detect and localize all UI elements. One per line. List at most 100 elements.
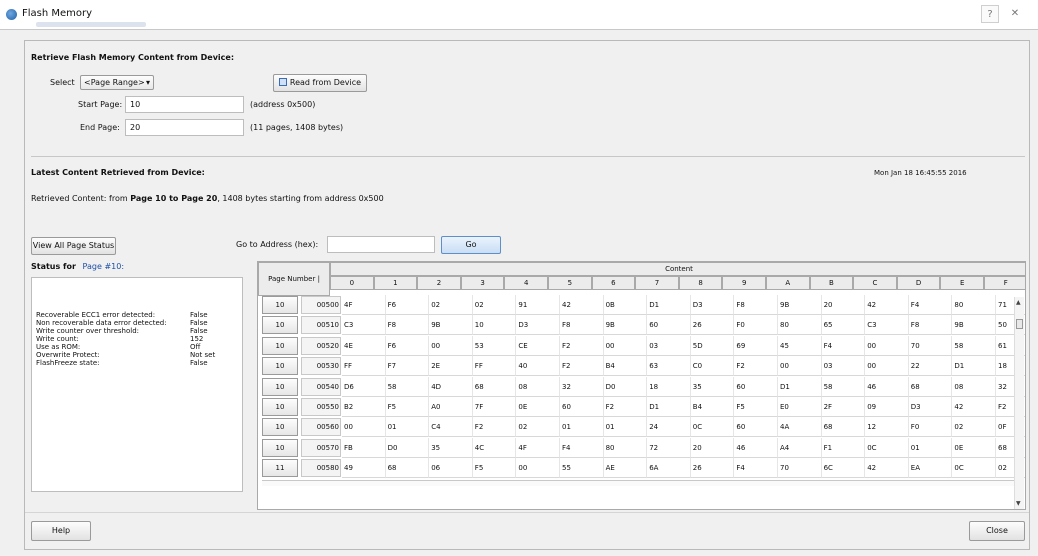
- retrieved-suffix: , 1408 bytes starting from address 0x500: [217, 194, 384, 203]
- byte-cell: B2: [342, 397, 386, 417]
- status-for-page-link[interactable]: Page #10:: [83, 262, 125, 271]
- byte-cell: 49: [342, 458, 386, 479]
- column-header: 3: [460, 276, 505, 290]
- read-from-device-button[interactable]: Read from Device: [273, 74, 367, 92]
- content-header: Content: [330, 262, 1025, 276]
- page-number-button[interactable]: 10: [262, 418, 298, 437]
- byte-cell: D3: [908, 397, 953, 417]
- byte-cell: 46: [865, 376, 909, 397]
- byte-cell: 26: [690, 315, 735, 336]
- byte-cell: D1: [952, 356, 996, 377]
- byte-cell: F6: [385, 295, 430, 315]
- byte-cell: C4: [429, 417, 473, 438]
- byte-cell: 40: [516, 356, 560, 377]
- byte-cell: D1: [647, 397, 691, 417]
- status-for-label: Status for: [31, 262, 76, 271]
- byte-cell: F0: [734, 315, 778, 336]
- close-icon[interactable]: ✕: [1006, 5, 1024, 23]
- scroll-down-icon[interactable]: ▼: [1016, 500, 1021, 507]
- byte-cell: C3: [342, 315, 386, 336]
- column-header: E: [940, 276, 984, 290]
- byte-cell: FF: [472, 356, 517, 377]
- byte-cell: 00: [778, 356, 822, 377]
- byte-cell: 02: [952, 417, 996, 438]
- scroll-up-icon[interactable]: ▲: [1016, 299, 1021, 306]
- title-bar: Flash Memory ? ✕: [0, 0, 1038, 30]
- device-read-icon: [278, 78, 287, 86]
- byte-cell: 35: [690, 376, 735, 397]
- page-status-panel: Recoverable ECC1 error detected: False N…: [31, 277, 243, 492]
- address-cell: 00550: [301, 398, 341, 416]
- start-page-input[interactable]: 10: [125, 96, 244, 113]
- byte-cell: 4E: [342, 335, 386, 356]
- byte-cell: 08: [952, 376, 996, 397]
- byte-cell: 68: [385, 458, 430, 479]
- byte-cell: F5: [734, 397, 778, 417]
- byte-cell: F6: [385, 335, 430, 356]
- column-header: 5: [548, 276, 592, 290]
- byte-cell: 9B: [603, 315, 648, 336]
- main-panel: Retrieve Flash Memory Content from Devic…: [24, 40, 1030, 550]
- status-label-non-recoverable: Non recoverable data error detected:: [36, 319, 167, 327]
- view-all-page-status-button[interactable]: View All Page Status: [31, 237, 116, 255]
- partial-row: [262, 479, 1022, 486]
- byte-cell: 06: [429, 458, 473, 479]
- byte-cell: 03: [821, 356, 866, 377]
- page-number-button[interactable]: 11: [262, 459, 298, 478]
- go-button[interactable]: Go: [441, 236, 501, 254]
- byte-cell: FF: [342, 356, 386, 377]
- byte-cell: F5: [472, 458, 517, 479]
- help-icon[interactable]: ?: [981, 5, 999, 23]
- start-page-label: Start Page:: [78, 100, 123, 109]
- byte-cell: 60: [734, 417, 778, 438]
- status-value-write-counter: False: [190, 327, 208, 335]
- byte-cell: FB: [342, 437, 386, 458]
- page-number-button[interactable]: 10: [262, 377, 298, 396]
- page-number-button[interactable]: 10: [262, 296, 298, 314]
- status-value-use-as-rom: Off: [190, 343, 201, 351]
- byte-cell: 00: [342, 417, 386, 438]
- byte-cell: D3: [516, 315, 560, 336]
- column-header: 8: [678, 276, 723, 290]
- close-button[interactable]: Close: [969, 521, 1025, 541]
- byte-cell: D3: [690, 295, 735, 315]
- select-label: Select: [50, 78, 75, 87]
- window-title: Flash Memory: [22, 8, 93, 19]
- page-number-button[interactable]: 10: [262, 357, 298, 376]
- page-number-button[interactable]: 10: [262, 316, 298, 335]
- app-icon: [6, 9, 17, 20]
- byte-cell: F4: [560, 437, 604, 458]
- byte-cell: 24: [647, 417, 691, 438]
- end-page-label: End Page:: [80, 123, 120, 132]
- byte-cell: B4: [603, 356, 648, 377]
- section-divider: [31, 156, 1025, 157]
- byte-cell: 02: [472, 295, 517, 315]
- byte-cell: 70: [908, 335, 953, 356]
- retrieved-timestamp: Mon Jan 18 16:45:55 2016: [874, 169, 967, 177]
- read-from-device-label: Read from Device: [289, 78, 362, 87]
- page-number-button[interactable]: 10: [262, 398, 298, 416]
- byte-cell: 00: [429, 335, 473, 356]
- end-page-note: (11 pages, 1408 bytes): [250, 123, 344, 132]
- byte-cell: 72: [647, 437, 691, 458]
- byte-cell: 00: [603, 335, 648, 356]
- goto-address-input[interactable]: [327, 236, 435, 253]
- latest-section-title: Latest Content Retrieved from Device:: [31, 168, 205, 177]
- help-button[interactable]: Help: [31, 521, 91, 541]
- column-header: D: [896, 276, 941, 290]
- retrieved-summary: Retrieved Content: from Page 10 to Page …: [31, 194, 384, 203]
- byte-cell: 68: [908, 376, 953, 397]
- scroll-thumb[interactable]: [1016, 319, 1023, 329]
- page-number-button[interactable]: 10: [262, 438, 298, 457]
- grid-scrollbar[interactable]: ▲ ▼: [1014, 297, 1024, 509]
- byte-cell: F2: [734, 356, 778, 377]
- page-range-select[interactable]: <Page Range> ▾: [80, 75, 154, 90]
- byte-cell: 2F: [821, 397, 866, 417]
- goto-address-label: Go to Address (hex):: [236, 240, 319, 249]
- byte-cell: 58: [821, 376, 866, 397]
- byte-cell: 32: [560, 376, 604, 397]
- end-page-input[interactable]: 20: [125, 119, 244, 136]
- page-number-button[interactable]: 10: [262, 336, 298, 355]
- byte-cell: F2: [560, 335, 604, 356]
- byte-cell: 42: [865, 458, 909, 479]
